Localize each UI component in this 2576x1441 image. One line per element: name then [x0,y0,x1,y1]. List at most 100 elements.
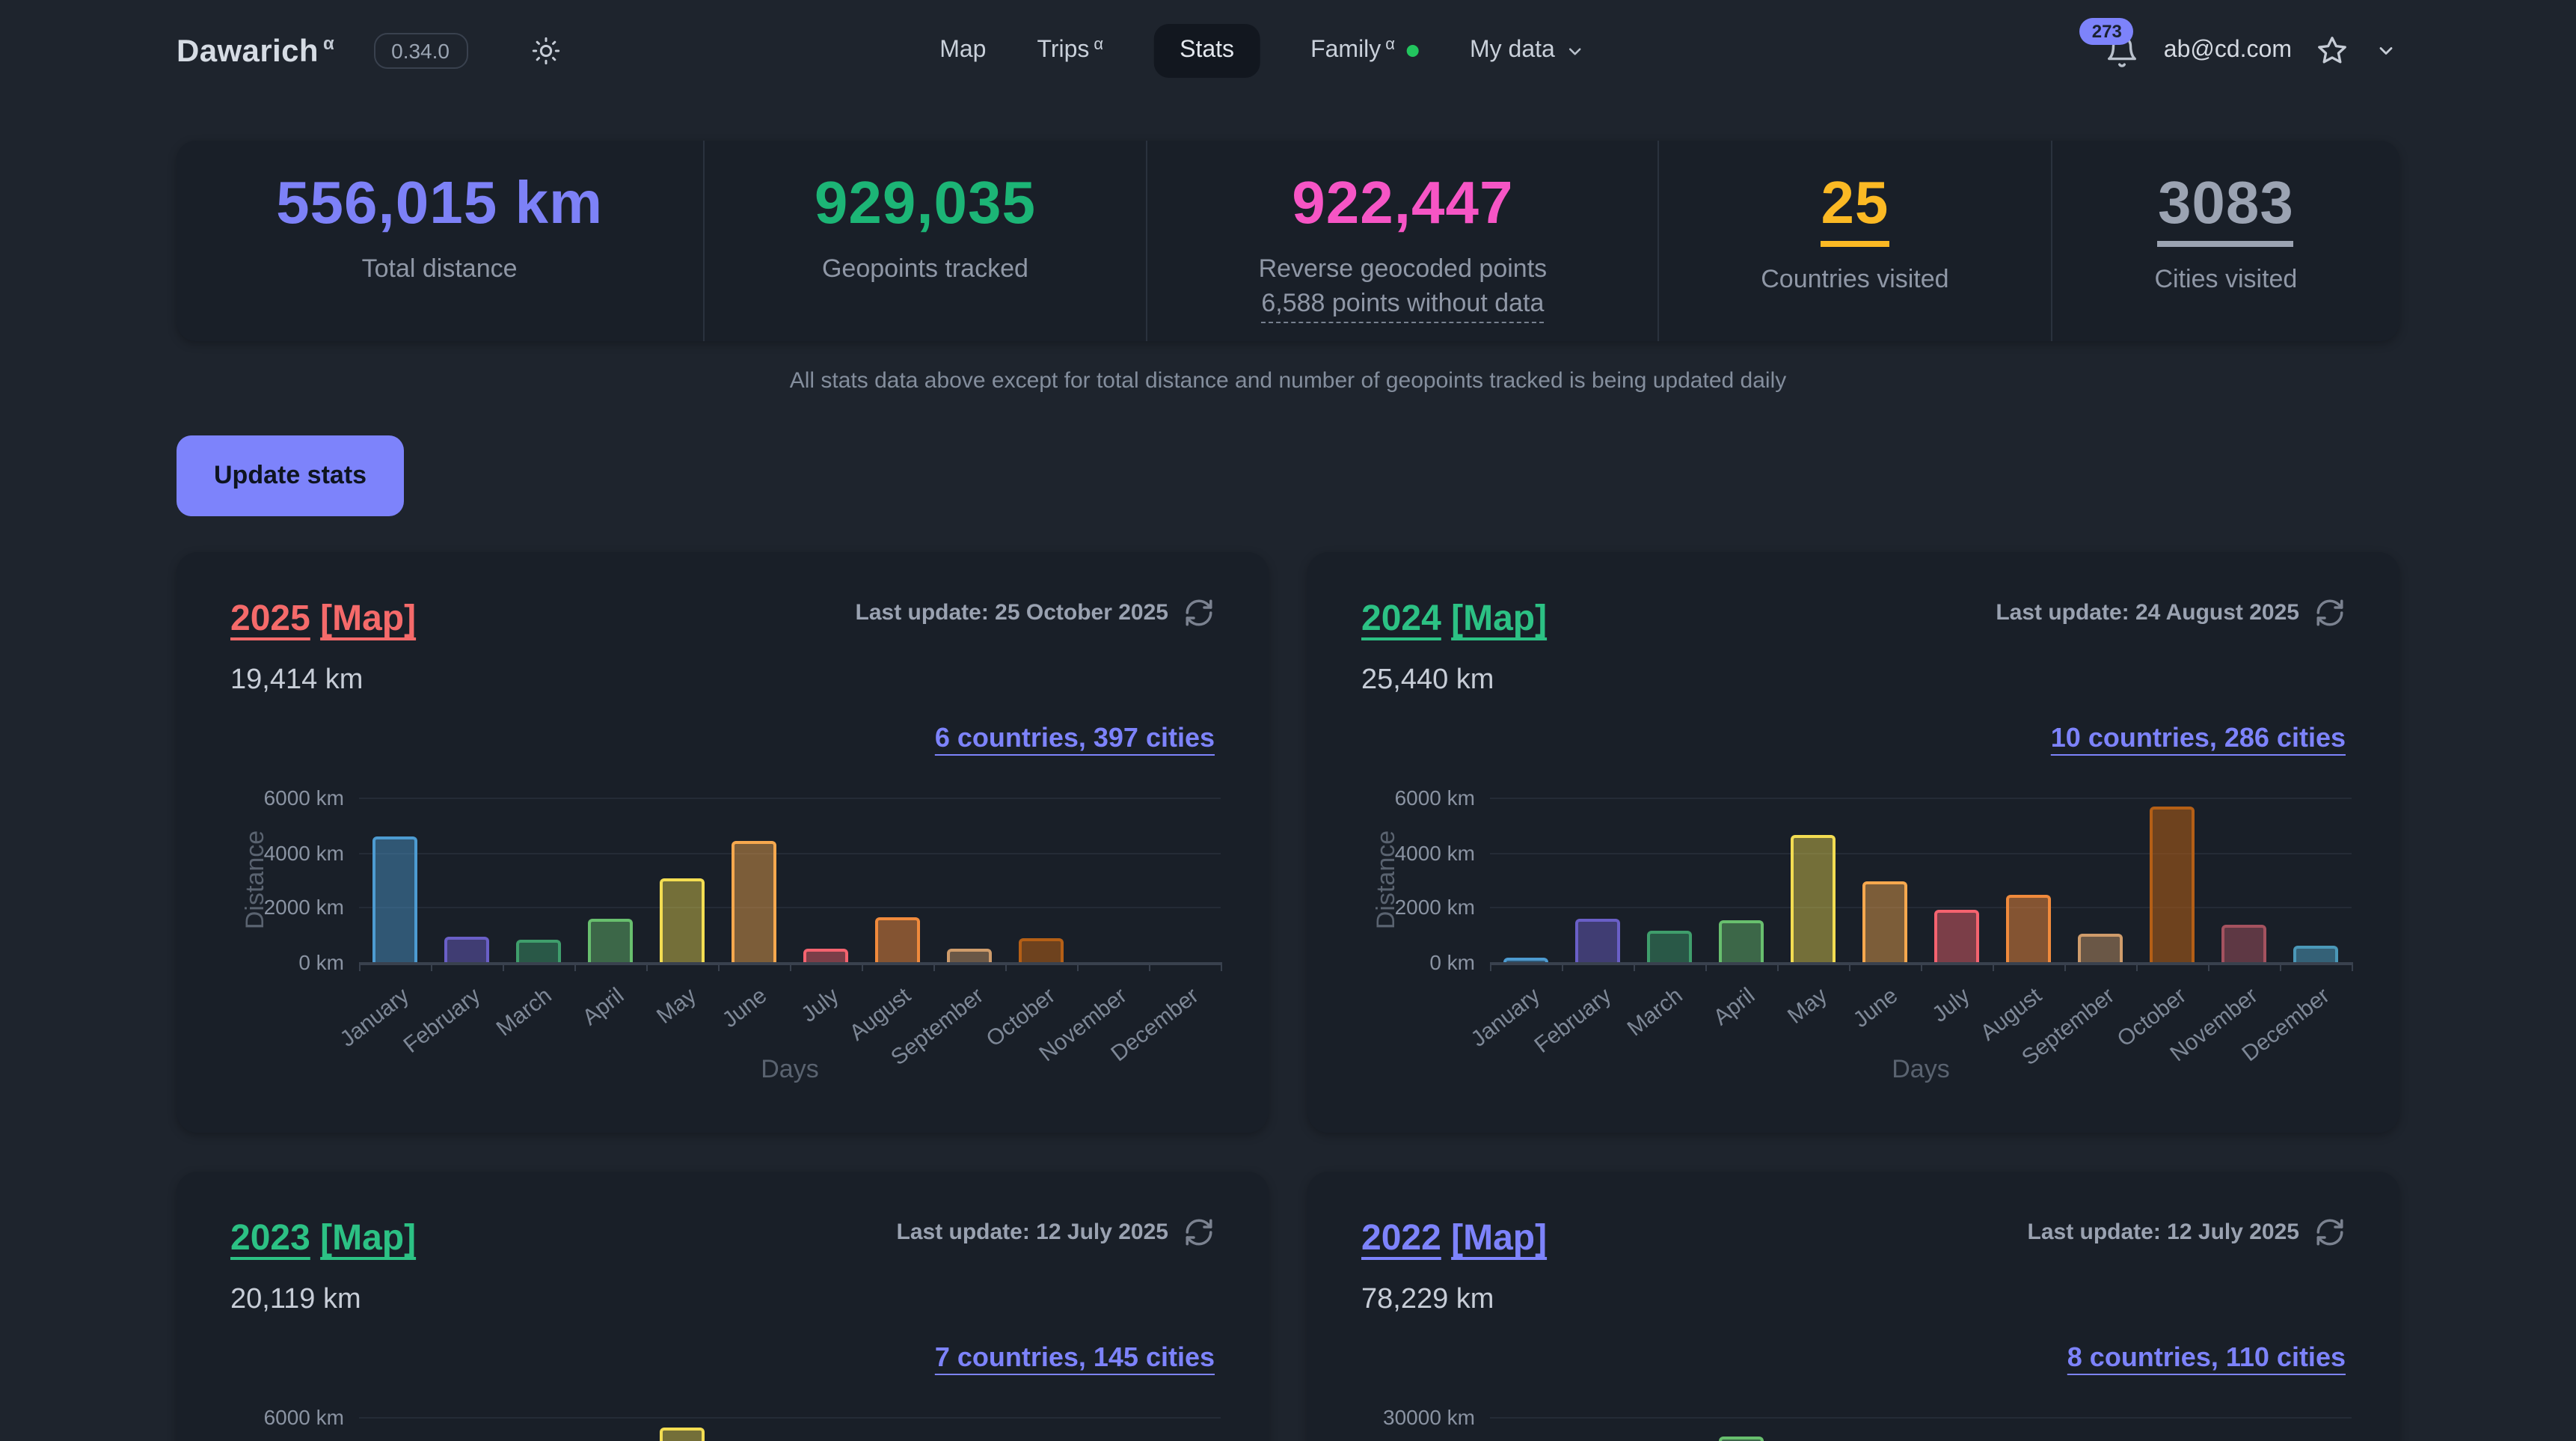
bar-october [2150,807,2195,962]
stat-label: Countries visited [1761,263,1948,296]
refresh-icon [2314,597,2346,628]
x-tick-label: February [1530,983,1616,1059]
app-logo[interactable]: Dawarichα [177,32,334,70]
plot-area: 0 km2000 km4000 km6000 kmJanuaryFebruary… [1490,798,2352,962]
year-map-link[interactable]: [Map] [320,1218,416,1258]
refresh-button[interactable] [2314,597,2346,628]
year-link[interactable]: 2023 [230,1218,310,1258]
refresh-button[interactable] [1183,1217,1215,1248]
x-tick-label: May [1782,983,1832,1029]
last-update-text: Last update: 12 July 2025 [897,1220,1169,1245]
x-axis-tickmark [1705,962,1706,971]
bar-september [947,949,992,962]
nav-item-map[interactable]: Map [939,37,986,64]
year-map-link[interactable]: [Map] [1451,599,1547,639]
bar-chart: Distance 0 km10000 km20000 km30000 kmJan… [1361,1399,2346,1441]
stat-label: Total distance [362,253,518,286]
gridline [359,1417,1221,1419]
stat-value: 556,015 km [276,171,603,236]
x-axis-label: Days [1490,1055,2352,1085]
points-without-data-link[interactable]: 6,588 points without data [1261,286,1544,323]
year-total-distance: 78,229 km [1361,1282,2346,1318]
yearly-stats-grid: 2025 [Map] Last update: 25 October 2025 … [177,552,2399,1441]
notifications-button[interactable]: 273 [2103,31,2143,71]
bar-january [372,836,417,962]
last-update-text: Last update: 24 August 2025 [1996,600,2299,625]
y-tick-label: 6000 km [264,1405,344,1429]
nav-item-trips[interactable]: Tripsα [1037,37,1103,64]
brand-group: Dawarichα 0.34.0 [177,30,566,72]
x-tick-label: April [1709,983,1760,1031]
main-nav: Map Tripsα Stats Familyα My data [939,24,1585,78]
stat-value: 25 [1821,171,1889,247]
nav-item-stats[interactable]: Stats [1154,24,1260,78]
gridline [1490,852,2352,854]
y-tick-label: 30000 km [1383,1405,1475,1429]
bar-march [1647,930,1692,962]
year-link[interactable]: 2025 [230,599,310,639]
y-axis-label: Distance [239,798,272,962]
bar-march [516,940,561,962]
x-axis-tickmark [2279,962,2281,971]
stats-summary-bar: 556,015 km Total distance 929,035 Geopoi… [177,141,2399,341]
year-map-link[interactable]: [Map] [320,599,416,639]
last-update-text: Last update: 25 October 2025 [856,600,1169,625]
y-tick-label: 0 km [1429,950,1475,974]
bar-may [660,1428,705,1441]
favorites-button[interactable] [2313,31,2352,70]
bar-chart: Distance 0 km2000 km4000 km6000 kmJanuar… [1361,780,2346,1101]
countries-cities-link[interactable]: 8 countries, 110 cities [2067,1342,2346,1372]
x-tick-label: June [719,983,773,1033]
year-total-distance: 19,414 km [230,663,1215,699]
year-map-link[interactable]: [Map] [1451,1218,1547,1258]
stats-update-note: All stats data above except for total di… [0,368,2576,394]
countries-cities-link[interactable]: 6 countries, 397 cities [935,723,1215,753]
year-card-2025: 2025 [Map] Last update: 25 October 2025 … [177,552,1269,1133]
year-link[interactable]: 2024 [1361,599,1441,639]
user-group: 273 ab@cd.com [2103,31,2399,71]
bar-july [1934,911,1979,962]
x-tick-label: May [651,983,701,1029]
plot-area: 0 km10000 km20000 km30000 kmJanuaryFebru… [1490,1417,2352,1441]
x-axis-tickmark [574,962,575,971]
x-axis-tickmark [1561,962,1563,971]
bar-june [1862,881,1907,962]
nav-item-my-data[interactable]: My data [1470,37,1585,64]
year-total-distance: 20,119 km [230,1282,1215,1318]
stat-reverse-geocoded: 922,447 Reverse geocoded points 6,588 po… [1147,141,1657,341]
bar-august [875,917,920,963]
year-total-distance: 25,440 km [1361,663,2346,699]
plot-area: 0 km2000 km4000 km6000 kmJanuaryFebruary… [359,1417,1221,1441]
x-axis-tickmark [789,962,791,971]
nav-item-family[interactable]: Familyα [1310,37,1419,64]
x-axis-tickmark [1776,962,1778,971]
countries-cities-link[interactable]: 7 countries, 145 cities [935,1342,1215,1372]
update-stats-button[interactable]: Update stats [177,435,404,516]
theme-toggle-button[interactable] [524,30,566,72]
bar-january [1503,958,1548,962]
refresh-button[interactable] [1183,597,1215,628]
x-axis-tickmark [645,962,647,971]
bar-february [1575,920,1620,962]
stat-total-distance: 556,015 km Total distance [177,141,702,341]
gridline [1490,1417,2352,1419]
alpha-badge: α [323,32,334,53]
x-axis-tickmark [717,962,719,971]
x-axis-tickmark [502,962,503,971]
countries-cities-link[interactable]: 10 countries, 286 cities [2051,723,2346,753]
online-status-dot [1407,45,1419,57]
x-axis-tickmark [1633,962,1634,971]
bar-april [588,920,633,962]
x-tick-label: March [492,983,557,1041]
year-link[interactable]: 2022 [1361,1218,1441,1258]
refresh-button[interactable] [2314,1217,2346,1248]
plot-area: 0 km2000 km4000 km6000 kmJanuaryFebruary… [359,798,1221,962]
user-email[interactable]: ab@cd.com [2164,37,2292,64]
alpha-badge: α [1094,36,1103,54]
year-title: 2023 [Map] [230,1217,416,1261]
user-menu-button[interactable] [2373,37,2399,64]
x-axis-tickmark [1920,962,1922,971]
x-axis-tickmark [933,962,934,971]
bar-may [660,878,705,962]
refresh-icon [1183,597,1215,628]
